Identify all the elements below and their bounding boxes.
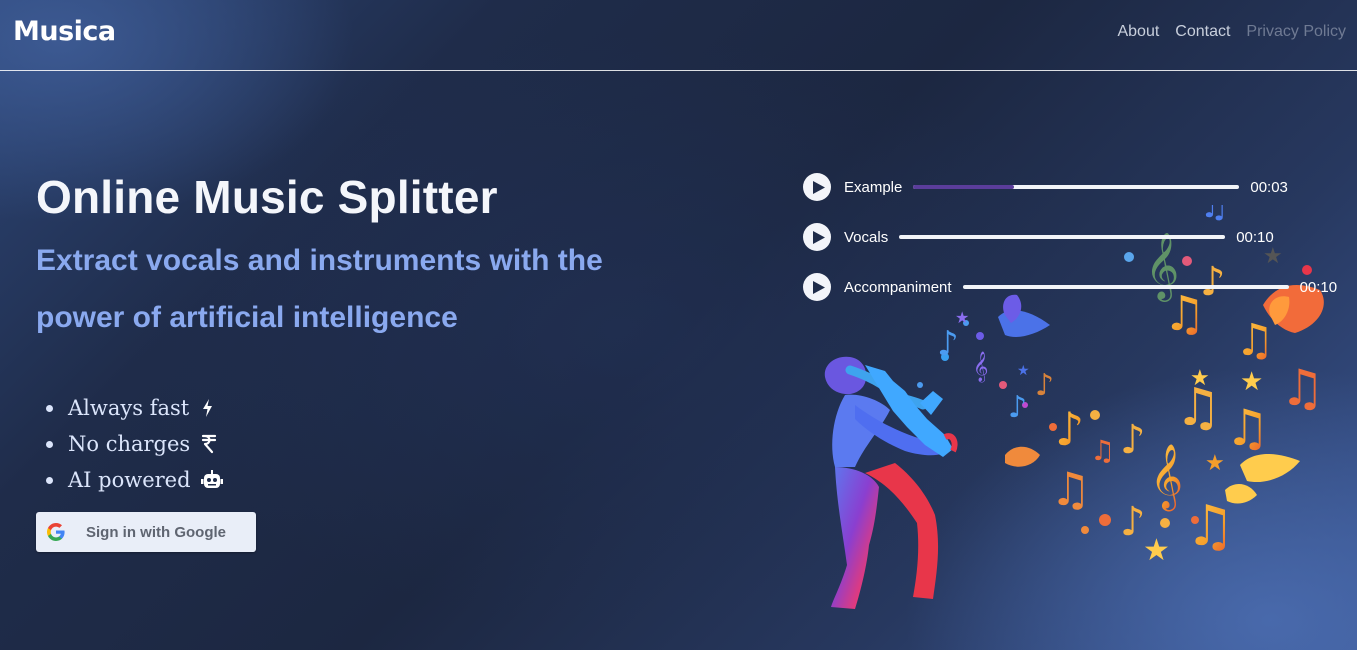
svg-text:♫: ♫ [1225, 399, 1270, 457]
audio-player-accompaniment: Accompaniment 00:10 [803, 273, 1337, 301]
svg-text:♪: ♪ [937, 324, 959, 364]
hero-subtitle: Extract vocals and instruments with the … [36, 244, 603, 334]
feature-label: AI powered [68, 468, 191, 492]
svg-text:★: ★ [1190, 366, 1210, 391]
svg-text:★: ★ [1017, 363, 1030, 379]
nav-link-contact[interactable]: Contact [1175, 23, 1230, 41]
svg-text:♫: ♫ [1235, 315, 1274, 366]
svg-text:★: ★ [1143, 533, 1170, 568]
saxophone-player-illustration: ♪ 𝄞 ♪ ♪ ★ ★ ♫ 𝄞 ★ ♫ ♪ ♫ ♫ ♫ ♫ ♪ ♫ ♪ 𝄞 ♫ … [824, 205, 1325, 609]
svg-text:♫: ♫ [1050, 462, 1091, 516]
svg-text:★: ★ [1240, 367, 1263, 397]
progress-fill [913, 185, 1015, 189]
bullet [46, 440, 53, 448]
progress-bar[interactable] [913, 185, 1240, 189]
svg-text:♪: ♪ [1008, 390, 1027, 425]
musician-figure [824, 356, 958, 609]
hero-title: Online Music Splitter [36, 171, 498, 223]
svg-text:𝄞: 𝄞 [973, 351, 988, 383]
svg-text:♪: ♪ [1035, 368, 1054, 403]
track-name: Example [844, 178, 903, 196]
svg-text:♪: ♪ [1120, 499, 1146, 545]
bullet [46, 476, 53, 484]
nav-links: About Contact Privacy Policy [1117, 23, 1346, 41]
track-time: 00:10 [1236, 228, 1274, 246]
svg-text:♫: ♫ [1280, 359, 1325, 417]
audio-player-vocals: Vocals 00:10 [803, 223, 1274, 251]
brand-logo[interactable]: Musica [13, 16, 116, 47]
warm-notes-decoration: ♫ ♪ ♫ ♫ ♫ ♫ ♪ ♫ ♪ 𝄞 ♫ ♪ ♫ ★ ★ ★ ★ [1005, 259, 1325, 568]
nav-link-about[interactable]: About [1117, 23, 1159, 41]
lightning-icon [199, 398, 217, 418]
feature-label: Always fast [68, 396, 190, 420]
audio-player-example: Example 00:03 [803, 173, 1288, 201]
feature-list: Always fast No charges AI powered [46, 390, 223, 498]
play-button[interactable] [803, 173, 831, 201]
svg-text:♫: ♫ [1200, 205, 1229, 225]
track-time: 00:03 [1250, 178, 1288, 196]
navbar: Musica About Contact Privacy Policy [0, 0, 1357, 71]
google-button-label: Sign in with Google [86, 523, 226, 541]
play-icon [812, 230, 825, 244]
play-icon [812, 180, 825, 194]
progress-bar[interactable] [899, 235, 1226, 239]
track-time: 00:10 [1299, 278, 1338, 296]
svg-text:♪: ♪ [1055, 402, 1084, 456]
svg-text:♪: ♪ [1120, 417, 1146, 463]
svg-text:★: ★ [955, 308, 969, 327]
feature-item-free: No charges [46, 426, 223, 462]
feature-item-fast: Always fast [46, 390, 223, 426]
google-icon [47, 523, 65, 541]
progress-bar[interactable] [962, 285, 1289, 289]
rupee-icon [200, 434, 218, 454]
feature-label: No charges [68, 432, 191, 456]
play-button[interactable] [803, 273, 831, 301]
track-name: Vocals [844, 228, 889, 246]
play-icon [812, 280, 825, 294]
track-name: Accompaniment [844, 278, 952, 296]
robot-icon [200, 470, 223, 490]
svg-text:★: ★ [1205, 451, 1225, 476]
sign-in-with-google-button[interactable]: Sign in with Google [36, 512, 256, 552]
svg-text:𝄞: 𝄞 [1150, 444, 1183, 511]
svg-text:♫: ♫ [1090, 434, 1115, 467]
bullet [46, 404, 53, 412]
feature-item-ai: AI powered [46, 462, 223, 498]
play-button[interactable] [803, 223, 831, 251]
svg-text:♫: ♫ [1185, 494, 1235, 559]
nav-link-privacy-policy[interactable]: Privacy Policy [1246, 23, 1346, 41]
